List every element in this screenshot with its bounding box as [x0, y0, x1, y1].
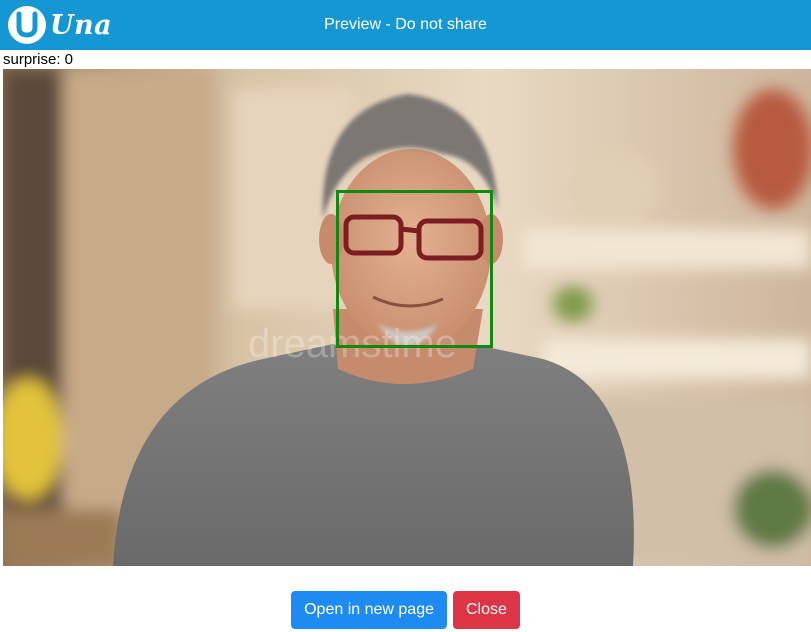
- preview-photo: dreamstime: [3, 69, 811, 566]
- page-title: Preview - Do not share: [324, 16, 487, 33]
- face-detection-box: [336, 190, 493, 348]
- emotion-readout: surprise: 0: [3, 51, 74, 68]
- close-button[interactable]: Close: [452, 591, 520, 629]
- action-bar: Open in new page Close: [0, 591, 811, 629]
- open-in-new-page-button[interactable]: Open in new page: [291, 591, 447, 629]
- top-bar: Una Preview - Do not share: [0, 0, 811, 50]
